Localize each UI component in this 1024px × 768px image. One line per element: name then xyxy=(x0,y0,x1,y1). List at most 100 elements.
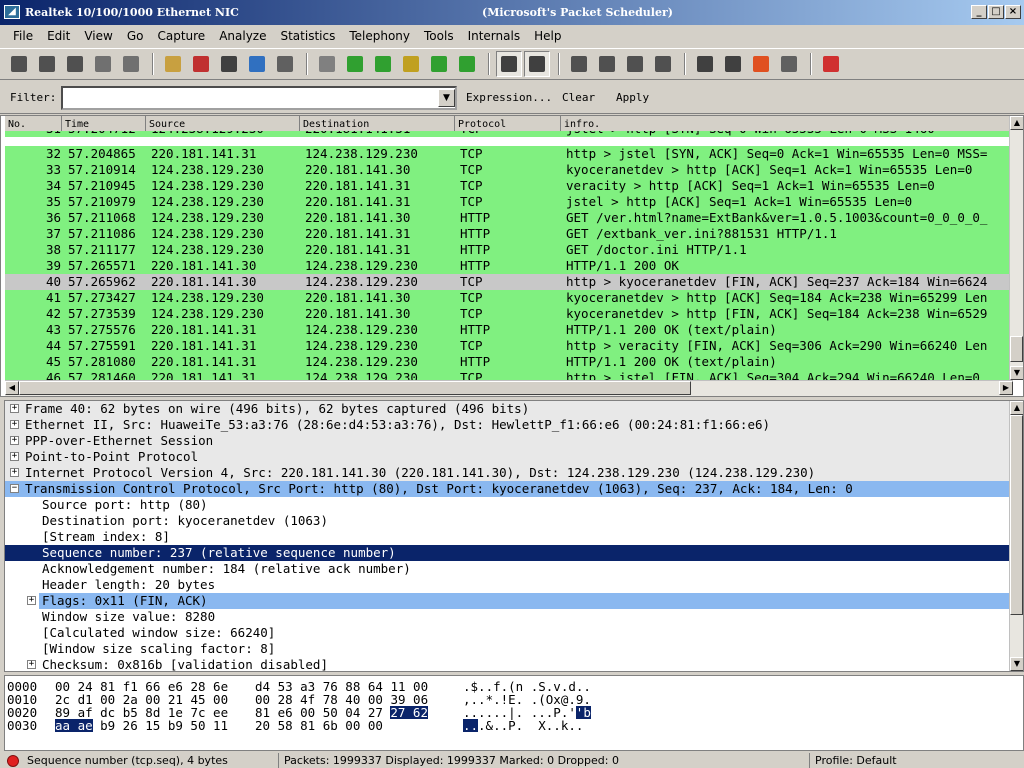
expert-info-icon[interactable] xyxy=(7,755,19,767)
menu-go[interactable]: Go xyxy=(120,29,151,43)
ascii-highlighted[interactable]: .. xyxy=(463,719,479,732)
expand-icon[interactable]: + xyxy=(10,468,19,477)
packet-row[interactable]: 38 57.211177 124.238.129.230 220.181.141.31… xyxy=(5,242,1013,258)
close-button[interactable]: × xyxy=(1005,5,1021,19)
menu-analyze[interactable]: Analyze xyxy=(212,29,273,43)
capture-filters-button[interactable] xyxy=(692,51,718,77)
menu-help[interactable]: Help xyxy=(527,29,568,43)
scroll-left-button[interactable]: ◀ xyxy=(5,381,19,395)
scroll-thumb[interactable] xyxy=(1010,415,1023,615)
detail-row[interactable]: [Stream index: 8] xyxy=(5,529,1011,545)
filter-input[interactable] xyxy=(61,86,457,110)
collapse-icon[interactable]: − xyxy=(10,484,19,493)
packet-row[interactable]: 32 57.204865 220.181.141.31 124.238.129.230… xyxy=(5,146,1013,162)
column-header-source[interactable]: Source xyxy=(146,116,300,132)
preferences-button[interactable] xyxy=(776,51,802,77)
go-forward-button[interactable] xyxy=(370,51,396,77)
expand-icon[interactable]: + xyxy=(10,452,19,461)
packet-row[interactable]: 44 57.275591 220.181.141.31 124.238.129.230… xyxy=(5,338,1013,354)
capture-start-button[interactable] xyxy=(62,51,88,77)
column-header-info[interactable]: infro. xyxy=(561,116,1013,132)
colorize-button[interactable] xyxy=(496,51,522,77)
go-back-button[interactable] xyxy=(342,51,368,77)
packet-row[interactable]: 35 57.210979 124.238.129.230 220.181.141.31… xyxy=(5,194,1013,210)
detail-row[interactable]: + Frame 40: 62 bytes on wire (496 bits), … xyxy=(5,401,1011,417)
menu-edit[interactable]: Edit xyxy=(40,29,77,43)
detail-row[interactable]: + Internet Protocol Version 4, Src: 220.1… xyxy=(5,465,1011,481)
capture-restart-button[interactable] xyxy=(118,51,144,77)
packet-row[interactable]: 34 57.210945 124.238.129.230 220.181.141.31… xyxy=(5,178,1013,194)
scroll-up-button[interactable]: ▲ xyxy=(1010,116,1023,130)
status-profile[interactable]: Profile: Default xyxy=(809,753,1024,768)
packet-row[interactable]: 39 57.265571 220.181.141.30 124.238.129.230… xyxy=(5,258,1013,274)
menu-capture[interactable]: Capture xyxy=(150,29,212,43)
detail-row[interactable]: + Ethernet II, Src: HuaweiTe_53:a3:76 (28… xyxy=(5,417,1011,433)
menu-telephony[interactable]: Telephony xyxy=(342,29,417,43)
packet-row[interactable]: 31 57.204712 124.238.129.230 220.181.141.31… xyxy=(5,131,1013,137)
resize-columns-button[interactable] xyxy=(650,51,676,77)
print-button[interactable] xyxy=(272,51,298,77)
hex-bytes[interactable]: 20 58 81 6b 00 00 xyxy=(255,719,383,732)
column-header-time[interactable]: Time xyxy=(62,116,146,132)
hex-bytes-highlighted[interactable]: aa ae xyxy=(55,719,93,732)
normal-size-button[interactable] xyxy=(622,51,648,77)
menu-view[interactable]: View xyxy=(77,29,119,43)
scroll-right-button[interactable]: ▶ xyxy=(999,381,1013,395)
ascii-bytes[interactable]: .&..P. X..k.. xyxy=(478,719,583,732)
apply-filter-button[interactable]: Apply xyxy=(616,91,649,104)
help-button[interactable] xyxy=(818,51,844,77)
expand-icon[interactable]: + xyxy=(10,436,19,445)
expression-button[interactable]: Expression... xyxy=(466,91,552,104)
scroll-down-button[interactable]: ▼ xyxy=(1010,657,1023,671)
open-file-button[interactable] xyxy=(160,51,186,77)
details-vertical-scrollbar[interactable]: ▲ ▼ xyxy=(1009,401,1023,671)
detail-row[interactable]: [Window size scaling factor: 8] xyxy=(5,641,1011,657)
column-header-protocol[interactable]: Protocol xyxy=(455,116,561,132)
detail-row[interactable]: Destination port: kyoceranetdev (1063) xyxy=(5,513,1011,529)
reload-button[interactable] xyxy=(244,51,270,77)
packet-row[interactable]: 43 57.275576 220.181.141.31 124.238.129.230… xyxy=(5,322,1013,338)
detail-row[interactable]: Header length: 20 bytes xyxy=(5,577,1011,593)
expand-icon[interactable]: + xyxy=(10,420,19,429)
column-header-destination[interactable]: Destination xyxy=(300,116,455,132)
horizontal-scroll-thumb[interactable] xyxy=(19,381,691,395)
display-filters-button[interactable] xyxy=(720,51,746,77)
packet-row[interactable]: 33 57.210914 124.238.129.230 220.181.141.30… xyxy=(5,162,1013,178)
auto-scroll-button[interactable] xyxy=(524,51,550,77)
expand-icon[interactable]: + xyxy=(27,596,36,605)
go-to-packet-button[interactable] xyxy=(398,51,424,77)
go-first-button[interactable] xyxy=(426,51,452,77)
detail-row[interactable]: Source port: http (80) xyxy=(5,497,1011,513)
hex-bytes-highlighted[interactable]: 27 62 xyxy=(390,706,428,719)
zoom-out-button[interactable] xyxy=(594,51,620,77)
detail-row[interactable]: − Transmission Control Protocol, Src Port… xyxy=(5,481,1011,497)
capture-stop-button[interactable] xyxy=(90,51,116,77)
save-file-button[interactable] xyxy=(188,51,214,77)
scroll-up-button[interactable]: ▲ xyxy=(1010,401,1023,415)
menu-file[interactable]: File xyxy=(6,29,40,43)
capture-options-button[interactable] xyxy=(34,51,60,77)
column-header-no[interactable]: No. xyxy=(5,116,62,132)
interface-list-button[interactable] xyxy=(6,51,32,77)
packet-list-vertical-scrollbar[interactable]: ▲ ▼ xyxy=(1009,116,1023,380)
detail-row[interactable]: Window size value: 8280 xyxy=(5,609,1011,625)
detail-row[interactable]: Acknowledgement number: 184 (relative ac… xyxy=(5,561,1011,577)
scroll-down-button[interactable]: ▼ xyxy=(1010,366,1023,380)
close-file-button[interactable] xyxy=(216,51,242,77)
scroll-thumb[interactable] xyxy=(1010,336,1023,362)
go-last-button[interactable] xyxy=(454,51,480,77)
filter-dropdown-button[interactable]: ▼ xyxy=(438,89,455,107)
packet-row[interactable]: 42 57.273539 124.238.129.230 220.181.141.30… xyxy=(5,306,1013,322)
detail-row[interactable]: [Calculated window size: 66240] xyxy=(5,625,1011,641)
menu-internals[interactable]: Internals xyxy=(461,29,528,43)
maximize-button[interactable]: □ xyxy=(988,5,1004,19)
detail-row[interactable]: + Flags: 0x11 (FIN, ACK) xyxy=(5,593,1011,609)
packet-row[interactable]: 41 57.273427 124.238.129.230 220.181.141.30… xyxy=(5,290,1013,306)
packet-row[interactable]: 37 57.211086 124.238.129.230 220.181.141.31… xyxy=(5,226,1013,242)
packet-row[interactable]: 36 57.211068 124.238.129.230 220.181.141.30… xyxy=(5,210,1013,226)
expand-icon[interactable]: + xyxy=(27,660,36,669)
menu-tools[interactable]: Tools xyxy=(417,29,461,43)
packet-row[interactable]: 40 57.265962 220.181.141.30 124.238.129.230… xyxy=(5,274,1013,290)
coloring-rules-button[interactable] xyxy=(748,51,774,77)
expand-icon[interactable]: + xyxy=(10,404,19,413)
